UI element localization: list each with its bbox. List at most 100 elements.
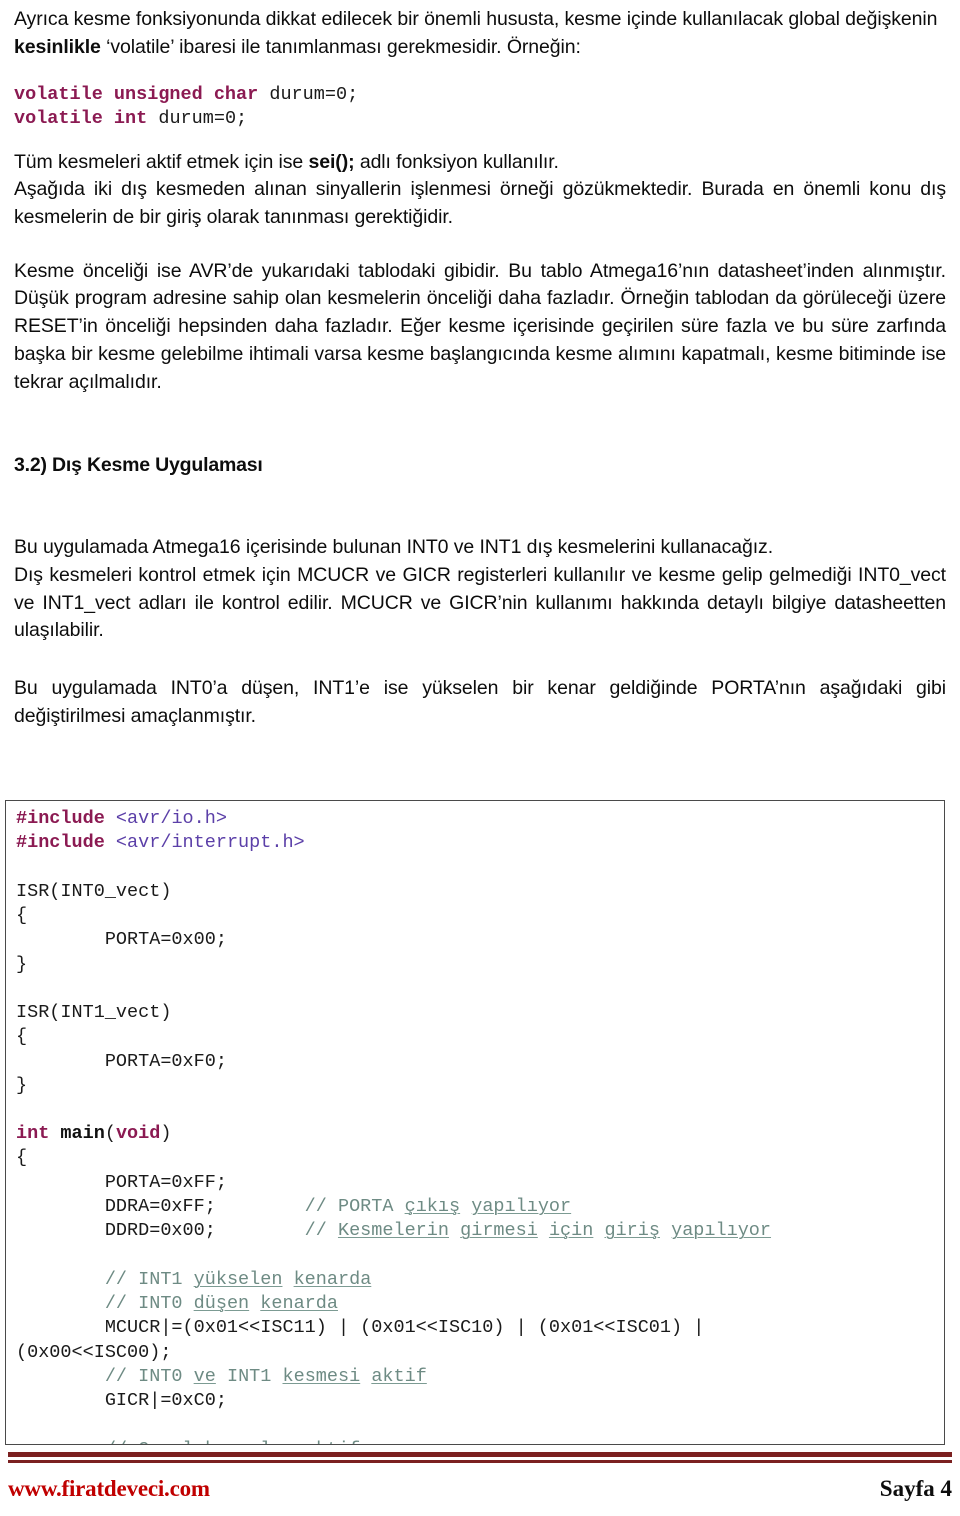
code-comment-space	[449, 1220, 460, 1241]
code-line-gicr: GICR|=0xC0;	[16, 1390, 227, 1412]
code-comment-space	[593, 1220, 604, 1241]
code-comment-ddrd-slashes: //	[215, 1220, 338, 1242]
code-keyword-void: void	[115, 1123, 161, 1145]
paragraph-interrupt-priority: Kesme önceliği ise AVR’de yukarıdaki tab…	[14, 259, 946, 393]
code-line-comment-genel: // Genel kesmeler aktif	[16, 1438, 944, 1444]
code-keyword: volatile int	[14, 108, 148, 130]
paragraph-intro-bold: kesinlikle	[14, 35, 101, 58]
code-comment-space	[294, 1439, 305, 1444]
code-comment-gicr-word3: aktif	[371, 1365, 427, 1387]
code-directive: #include	[16, 808, 105, 829]
inline-code-sample: volatile unsigned char durum=0; volatile…	[14, 83, 946, 130]
code-stmt-ddrd: DDRD=0x00;	[16, 1220, 216, 1242]
page-content: Ayrıca kesme fonksiyonunda dikkat edilec…	[0, 0, 960, 730]
code-line-include-io: #include <avr/io.h>	[16, 807, 944, 831]
code-comment-int1-prefix: // INT1	[16, 1268, 194, 1290]
code-paren-open: (	[104, 1123, 116, 1145]
footer-row: www.firatdeveci.com Sayfa 4	[8, 1476, 952, 1502]
paragraph-app-intro: Bu uygulamada Atmega16 içerisinde buluna…	[14, 536, 774, 559]
code-comment-ddra-word1: PORTA	[337, 1196, 405, 1218]
code-line-volatile-int: volatile int durum=0;	[14, 107, 946, 131]
paragraph-intro-part1: Ayrıca kesme fonksiyonunda dikkat edilec…	[14, 8, 938, 30]
code-comment-int1-word1: yükselen	[193, 1268, 283, 1290]
code-line-isr0-signature: ISR(INT0_vect)	[16, 880, 172, 902]
code-comment-int1-word2: kenarda	[293, 1268, 372, 1290]
code-line-isr1-body: PORTA=0xF0;	[16, 1050, 227, 1072]
code-line-ddra: DDRA=0xFF; // PORTA çıkış yapılıyor	[16, 1195, 944, 1219]
paragraph-intro-part2: ‘volatile’ ibaresi ile tanımlanması gere…	[100, 35, 581, 58]
code-function-name-main: main	[60, 1123, 105, 1145]
code-comment-space	[660, 1220, 671, 1241]
paragraph-external-interrupt-signals: Aşağıda iki dış kesmeden alınan sinyalle…	[14, 178, 946, 229]
code-comment-genel-word2: kesmeler	[205, 1439, 294, 1444]
code-comment-space	[194, 1439, 205, 1444]
code-comment-ddrd-word5: yapılıyor	[671, 1220, 772, 1242]
footer-website-link[interactable]: www.firatdeveci.com	[8, 1476, 210, 1502]
code-line-comment-gicr: // INT0 ve INT1 kesmesi aktif	[16, 1365, 944, 1389]
code-comment-ddra-word2: çıkış	[404, 1196, 461, 1218]
code-directive: #include	[16, 832, 105, 854]
code-comment-genel-prefix: //	[16, 1439, 138, 1444]
code-comment-genel-word3: aktif	[305, 1439, 361, 1444]
code-comment-ddrd-word4: giriş	[604, 1220, 660, 1242]
code-line-isr0-close-brace: }	[16, 953, 28, 975]
paragraph-sei-bold: sei();	[308, 150, 355, 173]
paragraph-sei-part2: adlı fonksiyon kullanılır.	[354, 150, 559, 173]
code-comment-int0-word1: düşen	[193, 1293, 250, 1314]
document-page: Ayrıca kesme fonksiyonunda dikkat edilec…	[0, 0, 960, 1516]
code-comment-ddra-word3: yapılıyor	[471, 1196, 572, 1218]
code-line-isr0-open-brace: {	[16, 904, 28, 926]
code-plain: durum=0;	[258, 84, 359, 106]
code-line-porta-ff: PORTA=0xFF;	[16, 1171, 227, 1193]
code-comment-ddrd-word1: Kesmelerin	[337, 1220, 449, 1242]
code-include-path: <avr/io.h>	[104, 808, 227, 829]
code-line-isr1-signature: ISR(INT1_vect)	[16, 1001, 172, 1023]
page-footer: www.firatdeveci.com Sayfa 4	[0, 1452, 960, 1516]
code-comment-gicr-word2: kesmesi	[282, 1365, 361, 1387]
code-keyword-int: int	[16, 1123, 61, 1145]
code-block-container: #include <avr/io.h> #include <avr/interr…	[5, 800, 945, 1445]
code-line-mcucr-part1: MCUCR|=(0x01<<ISC11) | (0x01<<ISC10) | (…	[16, 1317, 716, 1339]
code-keyword: volatile unsigned char	[14, 84, 259, 106]
code-line-isr0-body: PORTA=0x00;	[16, 929, 227, 951]
code-plain: durum=0;	[147, 108, 248, 130]
code-comment-ddra-slashes: //	[215, 1196, 338, 1218]
code-paren-close: )	[160, 1123, 172, 1145]
paragraph-intro-volatile: Ayrıca kesme fonksiyonunda dikkat edilec…	[14, 6, 946, 61]
code-line-include-interrupt: #include <avr/interrupt.h>	[16, 831, 944, 855]
code-include-path: <avr/interrupt.h>	[104, 832, 305, 854]
code-comment-space	[538, 1220, 549, 1241]
paragraph-mcucr-gicr: Dış kesmeleri kontrol etmek için MCUCR v…	[14, 563, 946, 642]
code-comment-gicr-mid: INT1	[215, 1365, 283, 1387]
heading-section-3-2: 3.2) Dış Kesme Uygulaması	[14, 453, 263, 476]
code-line-isr1-open-brace: {	[16, 1026, 28, 1048]
code-comment-ddra-space	[460, 1196, 471, 1217]
code-comment-space	[360, 1366, 371, 1387]
code-comment-gicr-prefix: // INT0	[16, 1365, 194, 1387]
paragraph-sei: Tüm kesmeleri aktif etmek için ise sei()…	[14, 149, 946, 177]
footer-rule	[8, 1452, 952, 1463]
code-comment-space	[249, 1293, 260, 1314]
code-comment-int0-prefix: // INT0	[16, 1293, 194, 1314]
paragraph-porta-goal: Bu uygulamada INT0’a düşen, INT1’e ise y…	[14, 676, 946, 727]
code-line-ddrd: DDRD=0x00; // Kesmelerin girmesi için gi…	[16, 1219, 944, 1243]
code-line-main-signature: int main(void)	[16, 1122, 944, 1146]
code-line-isr1-close-brace: }	[16, 1074, 28, 1096]
code-line-volatile-char: volatile unsigned char durum=0;	[14, 83, 946, 107]
code-comment-genel-word1: Genel	[138, 1439, 194, 1444]
code-comment-ddrd-word2: girmesi	[460, 1220, 538, 1242]
code-line-main-open-brace: {	[16, 1147, 28, 1169]
code-line-mcucr-part2: (0x00<<ISC00);	[16, 1341, 172, 1363]
paragraph-sei-part1: Tüm kesmeleri aktif etmek için ise	[14, 150, 309, 173]
footer-page-number: Sayfa 4	[879, 1476, 952, 1501]
code-stmt-ddra: DDRA=0xFF;	[16, 1196, 216, 1218]
code-line-comment-int1-rising: // INT1 yükselen kenarda	[16, 1268, 944, 1292]
code-comment-int0-word2: kenarda	[260, 1293, 338, 1314]
